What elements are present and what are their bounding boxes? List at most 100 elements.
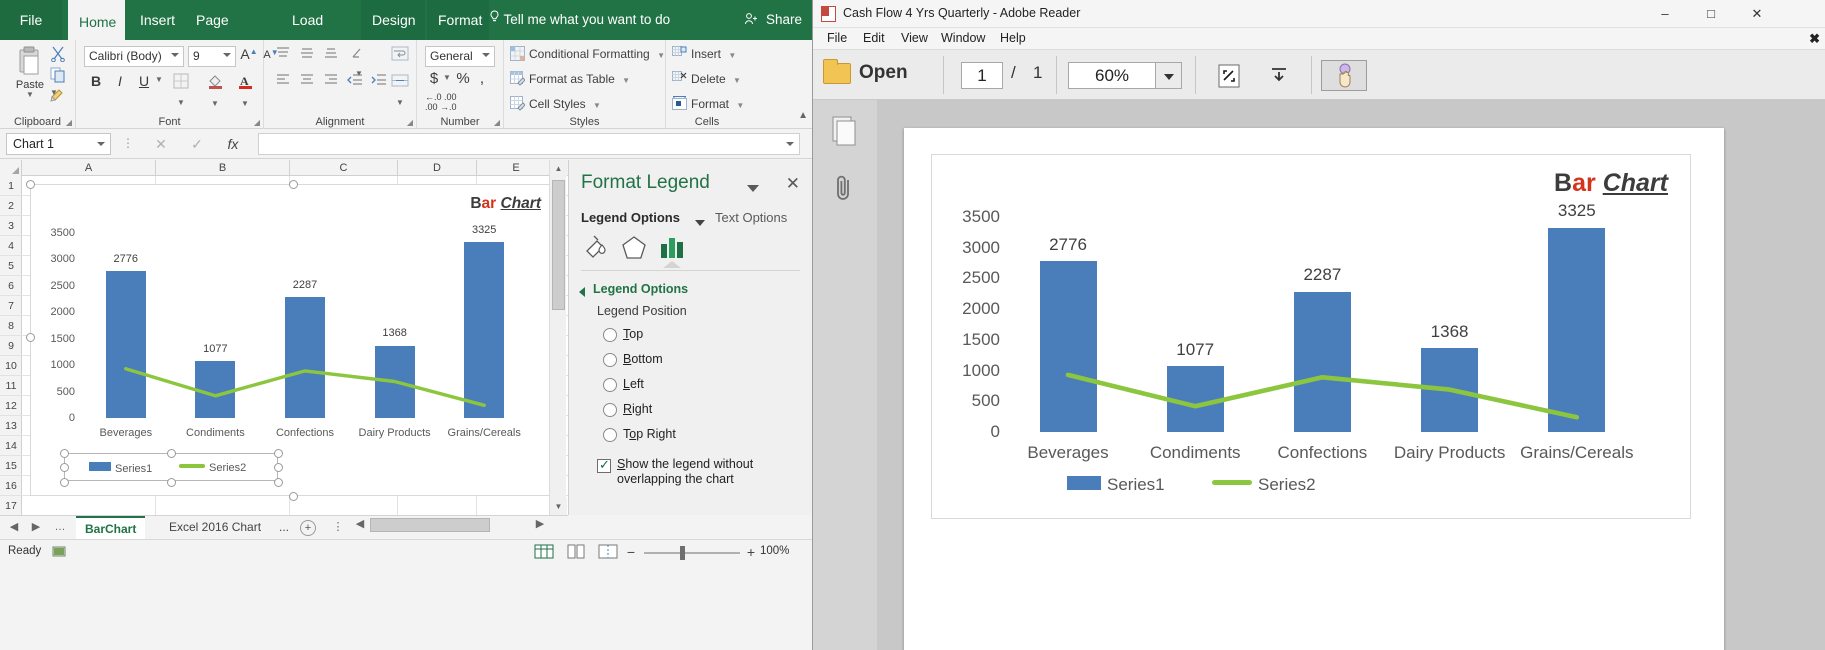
maximize-button[interactable]: □ bbox=[1688, 0, 1734, 28]
grid-vertical-scrollbar[interactable]: ▲ ▼ bbox=[549, 160, 566, 515]
zoom-slider[interactable] bbox=[644, 552, 740, 554]
radio-top-right[interactable] bbox=[603, 428, 617, 442]
paste-chevron-icon[interactable]: ▼ bbox=[10, 90, 50, 99]
font-color-button[interactable]: A ▼ bbox=[234, 73, 256, 109]
zoom-level-label[interactable]: 100% bbox=[760, 545, 789, 557]
font-color-chevron-icon[interactable]: ▼ bbox=[241, 99, 249, 108]
formula-cancel-button[interactable]: ✕ bbox=[144, 133, 178, 155]
chart-handle-ml[interactable] bbox=[26, 333, 35, 342]
formula-enter-button[interactable]: ✓ bbox=[180, 133, 214, 155]
fill-chevron-icon[interactable]: ▼ bbox=[211, 99, 219, 108]
add-sheet-button[interactable]: + bbox=[300, 520, 316, 536]
hscroll-thumb[interactable] bbox=[370, 518, 490, 532]
format-as-table-button[interactable]: Format as Table ▼ bbox=[510, 71, 630, 86]
zoom-dropdown-button[interactable] bbox=[1156, 62, 1182, 89]
cut-button[interactable] bbox=[50, 46, 66, 65]
worksheet-cells[interactable]: Bar Chart bbox=[22, 176, 568, 515]
bold-button[interactable]: B bbox=[86, 73, 106, 89]
row-header-8[interactable]: 8 bbox=[0, 316, 22, 336]
row-header-13[interactable]: 13 bbox=[0, 416, 22, 436]
align-left-button[interactable] bbox=[272, 73, 294, 90]
normal-view-button[interactable] bbox=[534, 544, 556, 561]
ribbon-tab-home[interactable]: Home bbox=[68, 0, 125, 40]
tell-me-box[interactable]: Tell me what you want to do bbox=[488, 0, 670, 40]
cs-chevron-icon[interactable]: ▼ bbox=[593, 101, 601, 110]
legend-handle-br[interactable] bbox=[274, 478, 283, 487]
conditional-formatting-button[interactable]: Conditional Formatting ▼ bbox=[510, 46, 665, 61]
minimize-button[interactable]: – bbox=[1642, 0, 1688, 28]
underline-chevron-icon[interactable]: ▼ bbox=[154, 75, 164, 84]
format-painter-button[interactable] bbox=[50, 88, 66, 106]
delete-cells-button[interactable]: Delete ▼ bbox=[672, 71, 741, 86]
column-header-e[interactable]: E bbox=[477, 160, 556, 176]
row-header-16[interactable]: 16 bbox=[0, 476, 22, 496]
vscroll-thumb[interactable] bbox=[552, 180, 565, 310]
legend-options-chevron-icon[interactable] bbox=[695, 220, 705, 226]
cell-styles-button[interactable]: Cell Styles ▼ bbox=[510, 96, 601, 111]
pane-close-button[interactable]: ✕ bbox=[786, 174, 800, 194]
row-header-7[interactable]: 7 bbox=[0, 296, 22, 316]
radio-label-top[interactable]: Top bbox=[623, 327, 643, 341]
menu-view[interactable]: View bbox=[895, 31, 934, 45]
row-header-11[interactable]: 11 bbox=[0, 376, 22, 396]
text-options-tab[interactable]: Text Options bbox=[715, 210, 787, 225]
line-series-series2[interactable] bbox=[81, 233, 529, 418]
paste-button[interactable]: Paste ▼ bbox=[10, 46, 50, 99]
open-folder-icon[interactable] bbox=[823, 63, 851, 84]
legend-handle-tc[interactable] bbox=[167, 449, 176, 458]
accessibility-icon[interactable] bbox=[52, 545, 66, 562]
wrap-text-button[interactable] bbox=[388, 46, 412, 65]
radio-left[interactable] bbox=[603, 378, 617, 392]
legend-options-dropdown[interactable]: Legend Options bbox=[581, 210, 680, 225]
menu-help[interactable]: Help bbox=[994, 31, 1032, 45]
row-header-4[interactable]: 4 bbox=[0, 236, 22, 256]
scroll-up-icon[interactable]: ▲ bbox=[550, 160, 567, 177]
align-bottom-button[interactable] bbox=[320, 46, 342, 63]
insert-function-button[interactable]: fx bbox=[216, 133, 250, 155]
number-format-combo[interactable]: General bbox=[425, 46, 495, 67]
formula-input[interactable] bbox=[258, 133, 800, 155]
reader-page-canvas[interactable]: Bar Chart bbox=[877, 100, 1825, 650]
row-header-17[interactable]: 17 bbox=[0, 496, 22, 515]
chart-plot-area[interactable]: 2776 1077 2287 1368 3325 3500 3000 2500 … bbox=[81, 233, 529, 418]
font-dialog-launcher[interactable]: ◢ bbox=[254, 118, 260, 127]
decrease-decimal-button[interactable]: .00 →.0 bbox=[425, 102, 465, 112]
pane-title-chevron-icon[interactable] bbox=[747, 185, 759, 192]
menu-edit[interactable]: Edit bbox=[857, 31, 891, 45]
page-break-view-button[interactable] bbox=[598, 544, 620, 561]
column-header-d[interactable]: D bbox=[398, 160, 477, 176]
attachments-icon[interactable] bbox=[829, 172, 859, 206]
hscroll-right-icon[interactable]: ▶ bbox=[532, 517, 548, 533]
merge-center-button[interactable]: ▼ bbox=[388, 73, 412, 108]
font-size-combo[interactable]: 9 bbox=[188, 46, 236, 67]
hand-tool-button[interactable] bbox=[1321, 60, 1367, 91]
zoom-in-button[interactable]: + bbox=[744, 544, 758, 560]
name-box[interactable]: Chart 1 bbox=[6, 133, 111, 155]
fill-color-button[interactable]: ▼ bbox=[204, 73, 226, 109]
ribbon-tab-page-layout[interactable]: Page Layout bbox=[185, 0, 277, 40]
chart-handle-tl[interactable] bbox=[26, 180, 35, 189]
legend-entry-series1[interactable]: Series1 bbox=[89, 462, 152, 475]
row-header-1[interactable]: 1 bbox=[0, 176, 22, 196]
close-button[interactable]: ✕ bbox=[1734, 0, 1780, 28]
italic-button[interactable]: I bbox=[110, 73, 130, 89]
zoom-out-button[interactable]: − bbox=[624, 544, 638, 560]
row-header-15[interactable]: 15 bbox=[0, 456, 22, 476]
fill-line-icon[interactable] bbox=[581, 234, 611, 265]
comma-button[interactable]: , bbox=[475, 70, 489, 87]
increase-indent-button[interactable] bbox=[368, 73, 390, 90]
fat-chevron-icon[interactable]: ▼ bbox=[622, 76, 630, 85]
borders-chevron-icon[interactable]: ▼ bbox=[177, 98, 185, 107]
sheet-tab-overflow-icon[interactable]: ⋮ bbox=[330, 520, 346, 536]
fit-page-button[interactable] bbox=[1205, 60, 1251, 91]
decrease-indent-button[interactable] bbox=[344, 73, 366, 90]
open-button[interactable]: Open bbox=[859, 62, 908, 84]
menu-window[interactable]: Window bbox=[935, 31, 991, 45]
ribbon-collapse-icon[interactable]: ▲ bbox=[798, 110, 808, 121]
currency-button[interactable]: $ bbox=[427, 70, 441, 87]
ribbon-tab-format[interactable]: Format bbox=[427, 0, 489, 40]
radio-label-bottom[interactable]: Bottom bbox=[623, 352, 663, 366]
chart-title[interactable]: Bar Chart bbox=[470, 195, 541, 213]
legend-handle-tr[interactable] bbox=[274, 449, 283, 458]
align-middle-button[interactable] bbox=[296, 46, 318, 63]
